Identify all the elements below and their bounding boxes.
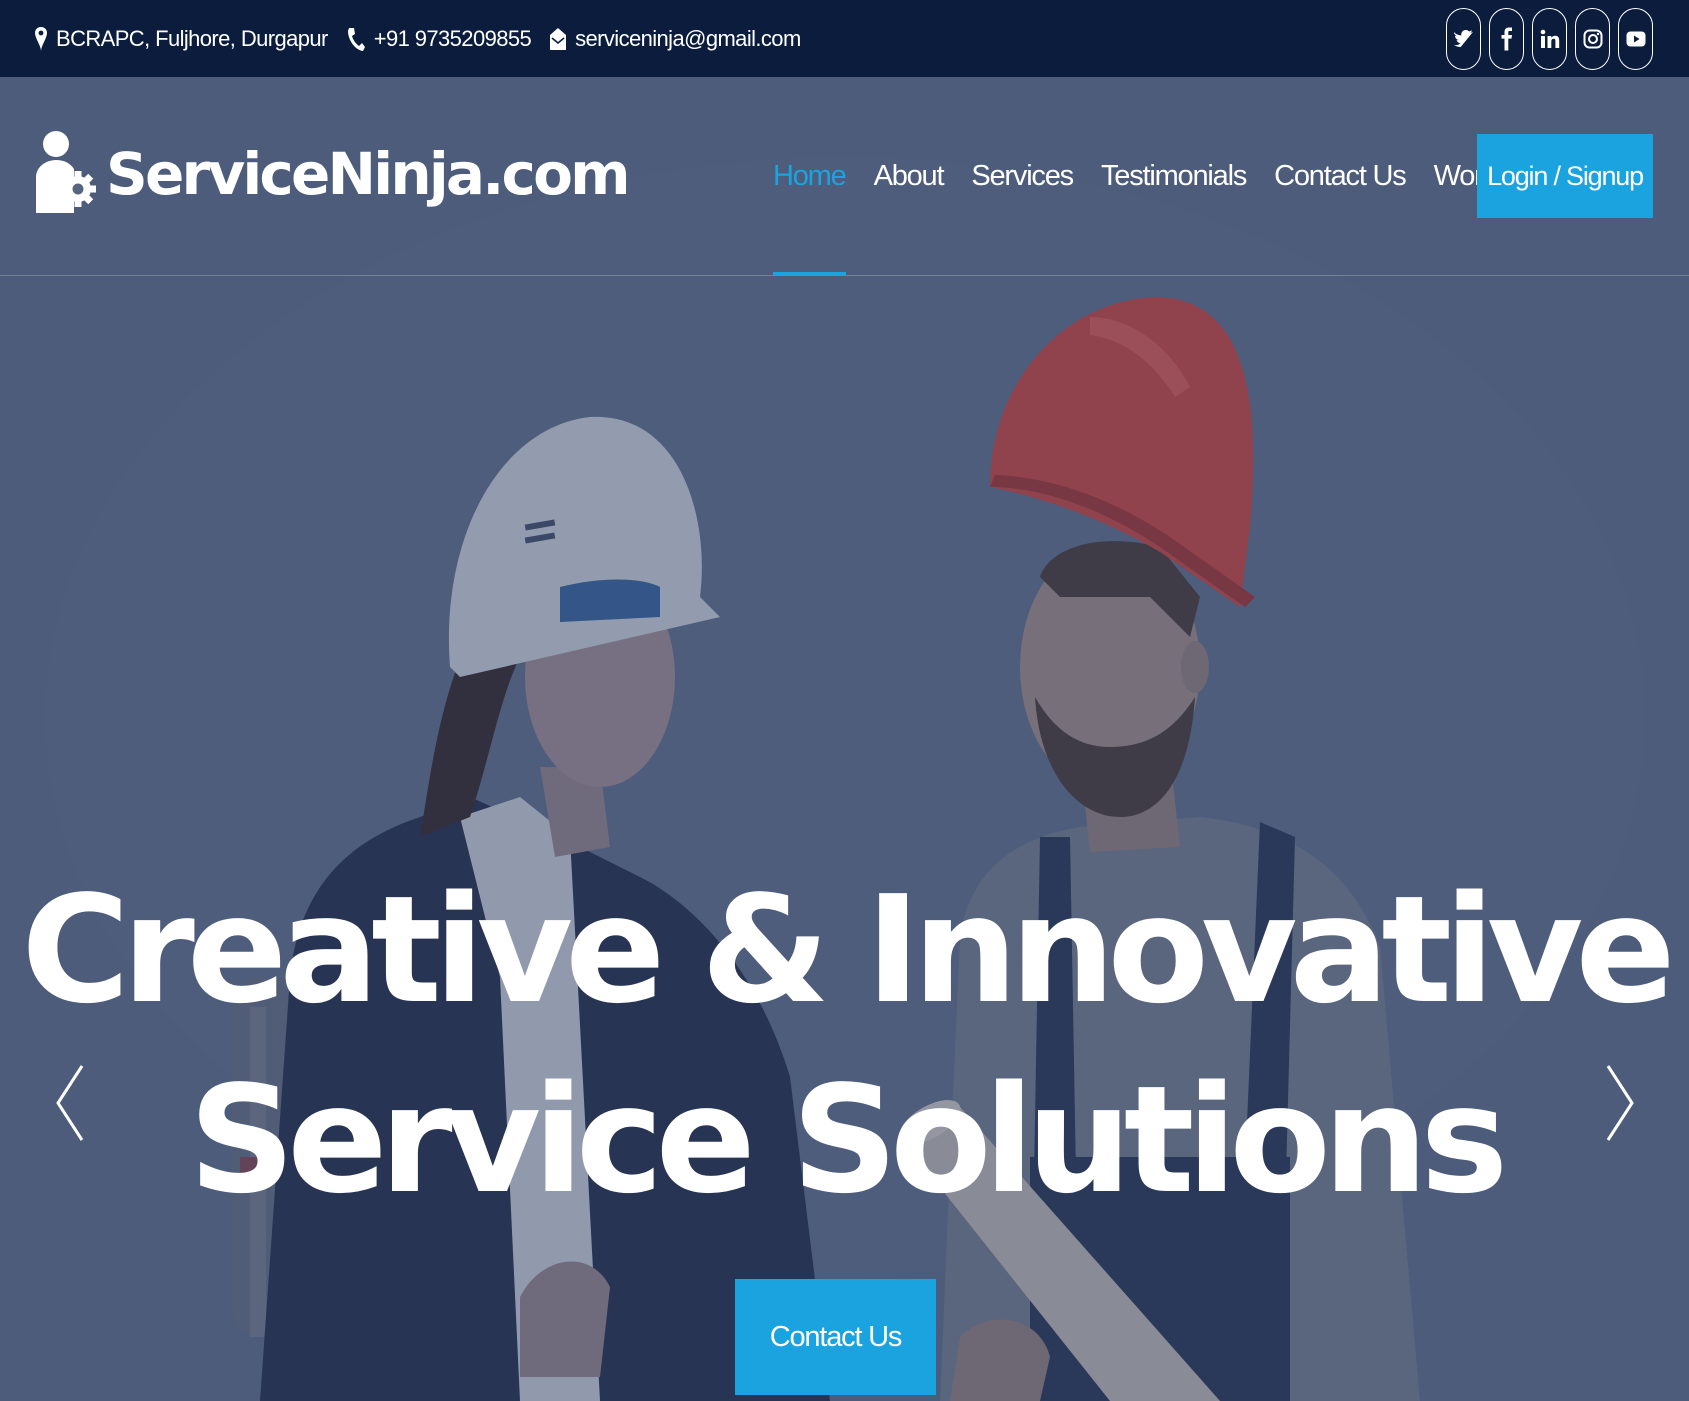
nav-item-home[interactable]: Home xyxy=(773,77,847,276)
email-item[interactable]: serviceninja@gmail.com xyxy=(549,26,801,52)
nav-item-services[interactable]: Services xyxy=(971,77,1074,276)
facebook-icon[interactable] xyxy=(1489,7,1524,70)
login-signup-button[interactable]: Login / Signup xyxy=(1477,134,1653,218)
envelope-icon xyxy=(549,26,567,52)
user-gear-icon xyxy=(34,129,96,218)
main-navbar: ServiceNinja.com Home About Services Tes… xyxy=(0,77,1689,276)
nav-item-testimonials[interactable]: Testimonials xyxy=(1101,77,1247,276)
phone-item[interactable]: +91 9735209855 xyxy=(346,26,532,52)
nav-item-about[interactable]: About xyxy=(874,77,945,276)
chevron-left-icon[interactable] xyxy=(50,1062,90,1144)
email-text[interactable]: serviceninja@gmail.com xyxy=(575,26,801,52)
map-pin-icon xyxy=(34,26,48,52)
social-links xyxy=(1446,0,1653,77)
phone-icon xyxy=(346,26,366,52)
headline-line-1: Creative & Innovative xyxy=(21,864,1675,1036)
instagram-icon[interactable] xyxy=(1575,7,1610,70)
address-text: BCRAPC, Fuljhore, Durgapur xyxy=(56,25,328,51)
hero-headline: Creative & Innovative Service Solutions xyxy=(0,855,1689,1235)
chevron-right-icon[interactable] xyxy=(1600,1062,1640,1144)
address-item: BCRAPC, Fuljhore, Durgapur xyxy=(34,26,328,52)
nav-menu: Home About Services Testimonials Contact… xyxy=(773,77,1591,276)
nav-item-contact-us[interactable]: Contact Us xyxy=(1274,77,1407,276)
contact-info: BCRAPC, Fuljhore, Durgapur +91 973520985… xyxy=(34,0,801,77)
top-bar: BCRAPC, Fuljhore, Durgapur +91 973520985… xyxy=(0,0,1689,77)
linkedin-icon[interactable] xyxy=(1532,7,1567,70)
contact-us-button[interactable]: Contact Us xyxy=(735,1279,936,1395)
logo-text: ServiceNinja.com xyxy=(106,139,631,208)
youtube-icon[interactable] xyxy=(1618,7,1653,70)
headline-line-2: Service Solutions xyxy=(188,1054,1509,1226)
phone-text[interactable]: +91 9735209855 xyxy=(374,26,532,52)
twitter-icon[interactable] xyxy=(1446,7,1481,70)
site-logo[interactable]: ServiceNinja.com xyxy=(34,129,631,218)
